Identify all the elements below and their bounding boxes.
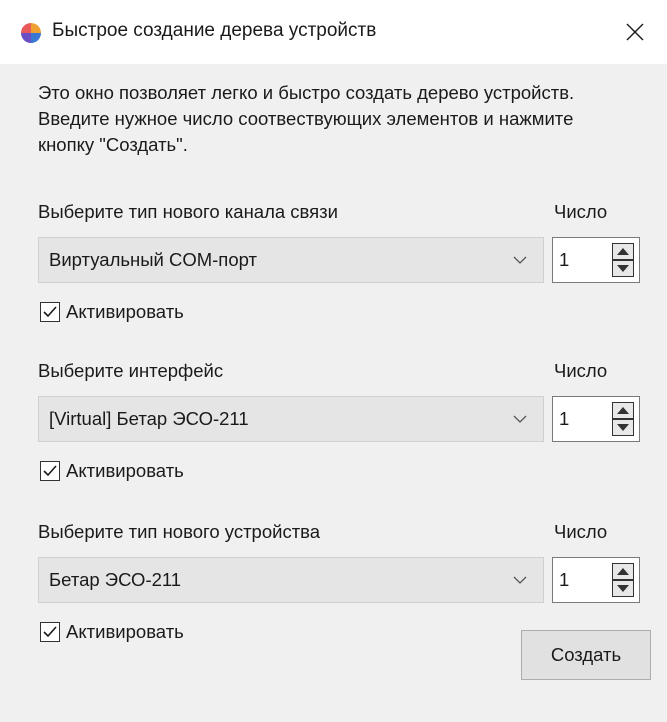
- interface-value: [Virtual] Бетар ЭСО-211: [49, 408, 249, 429]
- interface-dropdown[interactable]: [Virtual] Бетар ЭСО-211: [38, 396, 544, 442]
- dialog-window: Быстрое создание дерева устройств Это ок…: [0, 0, 667, 722]
- checkmark-icon: [43, 465, 57, 477]
- device-count-label: Число: [554, 521, 608, 542]
- checkmark-icon: [43, 626, 57, 638]
- app-logo-icon: [21, 23, 41, 43]
- interface-activate-checkbox[interactable]: [40, 461, 60, 481]
- checkmark-icon: [43, 306, 57, 318]
- channel-count-label: Число: [554, 201, 608, 222]
- device-type-dropdown[interactable]: Бетар ЭСО-211: [38, 557, 544, 603]
- device-activate-label: Активировать: [66, 621, 184, 642]
- close-icon: [626, 23, 644, 41]
- interface-count-stepper[interactable]: 1: [552, 396, 640, 442]
- spinner-arrows-icon[interactable]: [612, 402, 634, 436]
- device-type-label: Выберите тип нового устройства: [38, 521, 321, 542]
- interface-label: Выберите интерфейс: [38, 360, 224, 381]
- device-activate-checkbox[interactable]: [40, 622, 60, 642]
- title-bar: Быстрое создание дерева устройств: [0, 0, 667, 64]
- window-title: Быстрое создание дерева устройств: [52, 20, 377, 41]
- spinner-arrows-icon[interactable]: [612, 243, 634, 277]
- channel-count-stepper[interactable]: 1: [552, 237, 640, 283]
- spinner-arrows-icon[interactable]: [612, 563, 634, 597]
- channel-type-value: Виртуальный COM-порт: [49, 249, 257, 270]
- channel-type-dropdown[interactable]: Виртуальный COM-порт: [38, 237, 544, 283]
- create-button[interactable]: Создать: [521, 630, 651, 680]
- chevron-down-icon: [513, 415, 527, 423]
- channel-activate-label: Активировать: [66, 301, 184, 322]
- device-type-value: Бетар ЭСО-211: [49, 569, 182, 590]
- chevron-down-icon: [513, 576, 527, 584]
- close-button[interactable]: [603, 0, 667, 64]
- device-count-stepper[interactable]: 1: [552, 557, 640, 603]
- interface-count-label: Число: [554, 360, 608, 381]
- channel-count-value: 1: [559, 249, 570, 270]
- device-count-value: 1: [559, 569, 570, 590]
- description-text: Это окно позволяет легко и быстро создат…: [38, 82, 575, 155]
- chevron-down-icon: [513, 256, 527, 264]
- interface-count-value: 1: [559, 408, 570, 429]
- channel-activate-checkbox[interactable]: [40, 302, 60, 322]
- interface-activate-label: Активировать: [66, 460, 184, 481]
- channel-type-label: Выберите тип нового канала связи: [38, 201, 339, 222]
